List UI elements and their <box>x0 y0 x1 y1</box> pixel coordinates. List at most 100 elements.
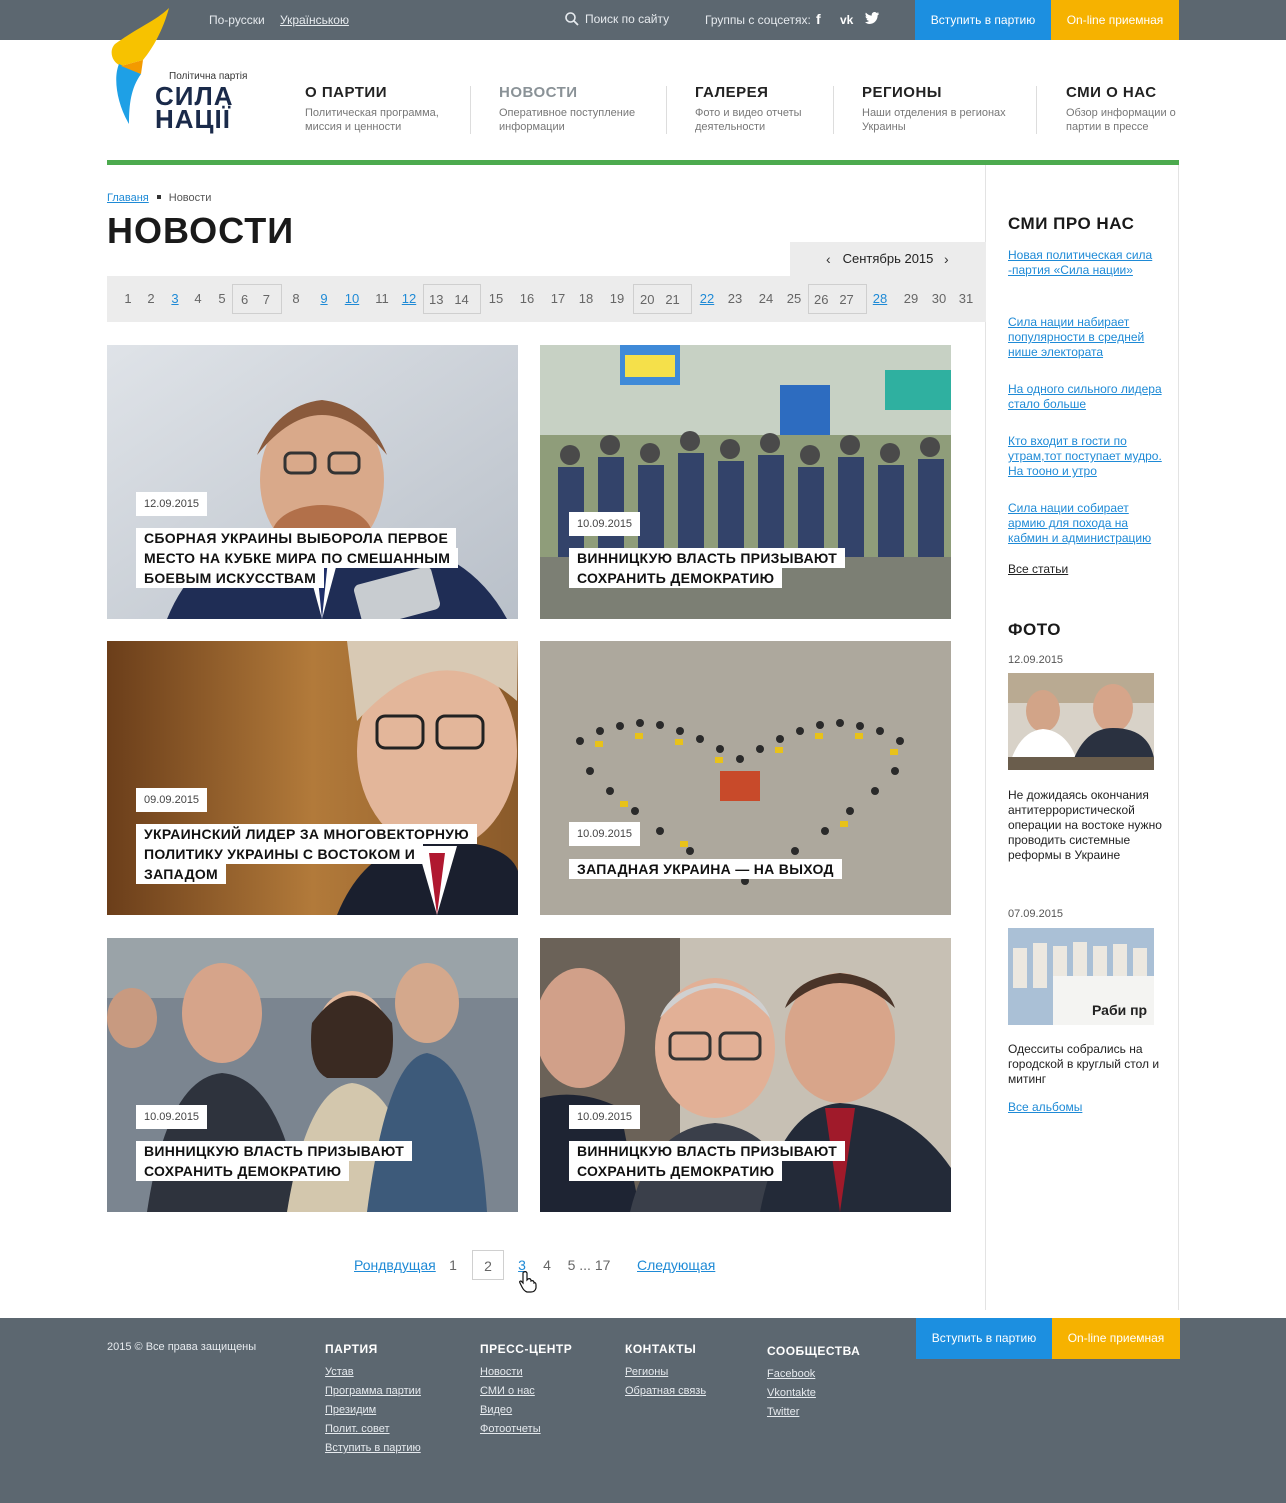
footer-link[interactable]: Обратная связь <box>625 1385 706 1397</box>
footer-link[interactable]: Facebook <box>767 1368 860 1380</box>
sidebar-article-link[interactable]: Кто входит в гости по утрам,тот поступае… <box>1008 434 1168 479</box>
footer-link[interactable]: Программа партии <box>325 1385 421 1397</box>
footer-link[interactable]: Устав <box>325 1366 421 1378</box>
nav-title: РЕГИОНЫ <box>862 84 942 101</box>
sidebar-article-link[interactable]: Сила нации собирает армию для похода на … <box>1008 501 1168 546</box>
calendar-day: 24 <box>758 291 774 306</box>
news-card[interactable]: 09.09.2015 УКРАИНСКИЙ ЛИДЕР ЗА МНОГОВЕКТ… <box>107 641 518 915</box>
chevron-right-icon[interactable]: › <box>944 242 949 276</box>
breadcrumb-separator <box>156 195 161 199</box>
news-card[interactable]: 10.09.2015 ЗАПАДНАЯ УКРАИНА — НА ВЫХОД <box>540 641 951 915</box>
breadcrumb-home-link[interactable]: Главаня <box>107 192 149 204</box>
footer-link[interactable]: Полит. совет <box>325 1423 421 1435</box>
footer-link[interactable]: Фотоотчеты <box>480 1423 572 1435</box>
twitter-icon[interactable] <box>865 11 879 27</box>
footer-column-party: ПАРТИЯ Устав Программа партии Президим П… <box>325 1342 421 1461</box>
sidebar-border <box>985 165 986 1310</box>
sidebar-photo[interactable] <box>1008 673 1154 770</box>
calendar-day-link[interactable]: 3 <box>167 284 183 314</box>
calendar-day: 5 <box>218 291 226 306</box>
news-card[interactable]: 10.09.2015 ВИННИЦКУЮ ВЛАСТЬ ПРИЗЫВАЮТ СО… <box>540 938 951 1212</box>
pagination-page-current: 2 <box>472 1250 504 1280</box>
site-search[interactable]: Поиск по сайту <box>565 12 669 26</box>
vkontakte-icon[interactable]: vk <box>840 13 853 27</box>
calendar-day: 4 <box>194 291 202 306</box>
news-title[interactable]: ВИННИЦКУЮ ВЛАСТЬ ПРИЗЫВАЮТ СОХРАНИТЬ ДЕМ… <box>569 548 889 588</box>
photo-caption: Не дожидаясь окончания антитеррористичес… <box>1008 788 1162 862</box>
pagination-page-range[interactable]: 5 ... 17 <box>565 1250 613 1280</box>
calendar-day: 8 <box>292 291 300 306</box>
calendar-day: 23 <box>727 291 743 306</box>
photo-banner-text: Раби пр <box>1092 1002 1148 1018</box>
footer-link[interactable]: Vkontakte <box>767 1387 860 1399</box>
nav-news[interactable]: НОВОСТИ Оперативное поступление информаци… <box>499 84 635 134</box>
footer-link[interactable]: Вступить в партию <box>325 1442 421 1454</box>
news-title[interactable]: УКРАИНСКИЙ ЛИДЕР ЗА МНОГОВЕКТОРНУЮ ПОЛИТ… <box>136 824 486 884</box>
news-title[interactable]: ЗАПАДНАЯ УКРАИНА — НА ВЫХОД <box>569 859 899 879</box>
calendar-day: 31 <box>958 291 974 306</box>
footer-column-communities: СООБЩЕСТВА Facebook Vkontakte Twitter <box>767 1344 860 1425</box>
calendar-day: 11 <box>375 291 389 306</box>
pagination-page[interactable]: 4 <box>540 1250 554 1280</box>
calendar-day-group: 13 14 <box>423 284 481 314</box>
nav-desc: Обзор информации о партии в прессе <box>1066 107 1176 133</box>
footer-join-party-button[interactable]: Вступить в партию <box>916 1318 1052 1359</box>
all-albums-link[interactable]: Все альбомы <box>1008 1100 1082 1114</box>
calendar-day-link[interactable]: 12 <box>399 284 419 314</box>
calendar-days: 1 2 3 4 5 6 7 8 9 10 11 12 13 14 15 16 1… <box>107 276 986 322</box>
party-logo[interactable]: Політична партія СИЛА НАЦІЇ <box>107 8 252 138</box>
footer-column-title: ПАРТИЯ <box>325 1342 378 1356</box>
footer-link[interactable]: СМИ о нас <box>480 1385 572 1397</box>
calendar-day-group: 20 21 <box>633 284 692 314</box>
chevron-left-icon[interactable]: ‹ <box>826 242 831 276</box>
nav-regions[interactable]: РЕГИОНЫ Наши отделения в регионах Украины <box>862 84 1006 134</box>
nav-title: О ПАРТИИ <box>305 84 387 101</box>
news-date: 09.09.2015 <box>136 788 208 812</box>
calendar-day: 29 <box>903 291 919 306</box>
nav-divider <box>1036 86 1037 134</box>
calendar-day-link[interactable]: 10 <box>341 284 363 314</box>
nav-title: ГАЛЕРЕЯ <box>695 84 769 101</box>
news-date: 10.09.2015 <box>136 1105 208 1129</box>
pagination-next-link[interactable]: Следующая <box>637 1250 715 1280</box>
nav-gallery[interactable]: ГАЛЕРЕЯ Фото и видео отчеты деятельности <box>695 84 802 134</box>
sidebar-article-link[interactable]: На одного сильного лидера стало больше <box>1008 382 1168 412</box>
pagination-page[interactable]: 1 <box>446 1250 460 1280</box>
footer-link[interactable]: Президим <box>325 1404 421 1416</box>
pagination-prev-link[interactable]: Рондвдущая <box>354 1250 436 1280</box>
search-icon <box>565 12 579 26</box>
footer-link[interactable]: Регионы <box>625 1366 706 1378</box>
calendar-day-link[interactable]: 9 <box>316 284 332 314</box>
news-card[interactable]: 12.09.2015 СБОРНАЯ УКРАИНЫ ВЫБОРОЛА ПЕРВ… <box>107 345 518 619</box>
calendar-day: 19 <box>609 291 625 306</box>
sidebar-article-link[interactable]: Сила нации набирает популярности в средн… <box>1008 315 1168 360</box>
calendar-day-link[interactable]: 28 <box>870 284 890 314</box>
footer-link[interactable]: Twitter <box>767 1406 860 1418</box>
online-reception-button[interactable]: On-line приемная <box>1051 0 1179 40</box>
nav-desc: Наши отделения в регионах Украины <box>862 107 1006 133</box>
month-label: Сентябрь 2015 <box>842 251 934 266</box>
calendar-day-link[interactable]: 22 <box>697 284 717 314</box>
calendar-day: 25 <box>786 291 802 306</box>
facebook-icon[interactable]: f <box>816 11 821 27</box>
footer-online-reception-button[interactable]: On-line приемная <box>1052 1318 1180 1359</box>
news-card[interactable]: 10.09.2015 ВИННИЦКУЮ ВЛАСТЬ ПРИЗЫВАЮТ СО… <box>540 345 951 619</box>
nav-title: НОВОСТИ <box>499 84 578 101</box>
lang-ukrainian-link[interactable]: Українською <box>280 13 349 27</box>
sidebar-photo[interactable]: Раби пр <box>1008 928 1154 1025</box>
footer-link[interactable]: Новости <box>480 1366 572 1378</box>
footer-column-title: СООБЩЕСТВА <box>767 1344 861 1358</box>
sidebar-article-link[interactable]: Новая политическая сила -партия «Сила на… <box>1008 248 1168 278</box>
nav-media-about-us[interactable]: СМИ О НАС Обзор информации о партии в пре… <box>1066 84 1176 134</box>
all-articles-link[interactable]: Все статьи <box>1008 562 1068 576</box>
nav-divider <box>666 86 667 134</box>
news-card[interactable]: 10.09.2015 ВИННИЦКУЮ ВЛАСТЬ ПРИЗЫВАЮТ СО… <box>107 938 518 1212</box>
join-party-button[interactable]: Вступить в партию <box>915 0 1051 40</box>
footer-link[interactable]: Видео <box>480 1404 572 1416</box>
news-title[interactable]: ВИННИЦКУЮ ВЛАСТЬ ПРИЗЫВАЮТ СОХРАНИТЬ ДЕМ… <box>569 1141 889 1181</box>
news-title[interactable]: ВИННИЦКУЮ ВЛАСТЬ ПРИЗЫВАЮТ СОХРАНИТЬ ДЕМ… <box>136 1141 456 1181</box>
nav-about-party[interactable]: О ПАРТИИ Политическая программа, миссия и… <box>305 84 439 134</box>
header-divider <box>107 160 1179 165</box>
footer-column-press: ПРЕСС-ЦЕНТР Новости СМИ о нас Видео Фото… <box>480 1342 572 1442</box>
news-title[interactable]: СБОРНАЯ УКРАИНЫ ВЫБОРОЛА ПЕРВОЕ МЕСТО НА… <box>136 528 466 588</box>
